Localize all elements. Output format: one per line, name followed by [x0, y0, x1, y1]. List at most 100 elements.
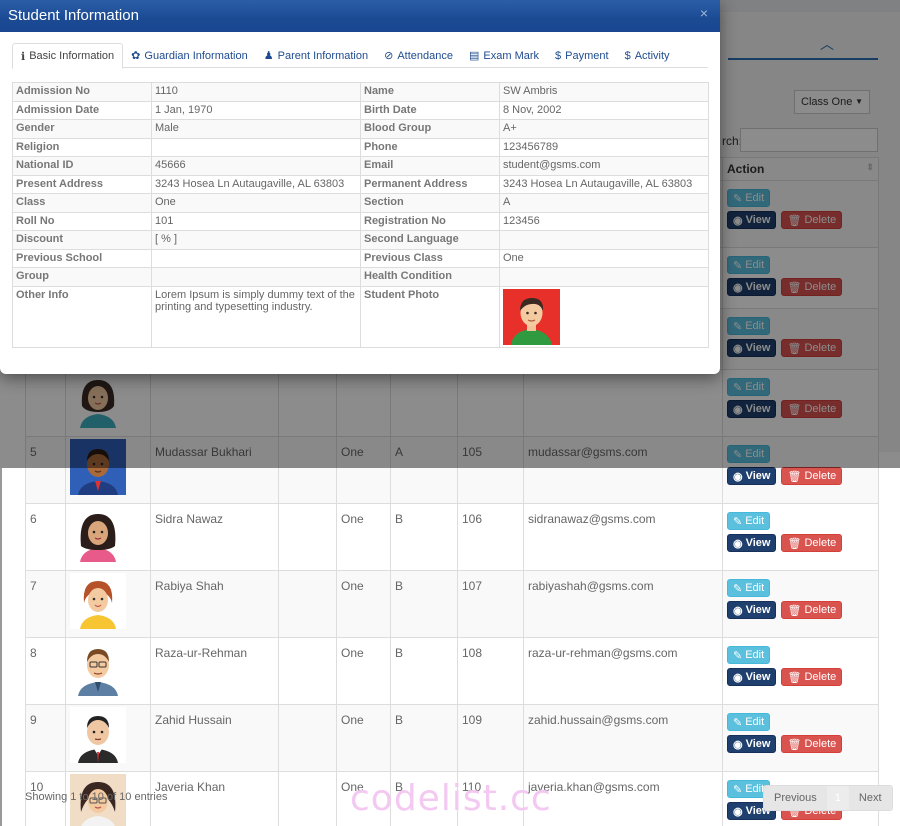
table-row: 8 Raza-ur-Rehman One B 108 raza-ur-rehman@gsm…: [25, 637, 879, 705]
trash-icon: 🗑: [787, 738, 802, 751]
info-label: Present Address: [12, 174, 152, 194]
info-row: Religion Phone 123456789: [12, 137, 709, 157]
edit-button[interactable]: ✎ Edit: [727, 512, 771, 530]
info-row: Roll No 101 Registration No 123456: [12, 211, 709, 231]
info-label: Discount: [12, 230, 152, 250]
pager-previous[interactable]: Previous: [764, 786, 827, 810]
edit-button[interactable]: ✎ Edit: [727, 646, 771, 664]
info-row: Discount[ % ] Second Language: [12, 230, 709, 250]
info-value: 1 Jan, 1970: [151, 100, 361, 120]
info-value: 101: [151, 211, 361, 231]
edit-label: Edit: [745, 582, 765, 594]
info-row: Gender Male Blood Group A+: [12, 119, 709, 139]
view-button[interactable]: ◉ View: [727, 601, 777, 619]
cell-class: One: [336, 704, 391, 772]
delete-button[interactable]: 🗑 Delete: [781, 467, 843, 485]
cell-no: 9: [25, 704, 66, 772]
delete-button[interactable]: 🗑 Delete: [781, 601, 843, 619]
male-icon: ♟: [263, 50, 274, 62]
delete-button[interactable]: 🗑 Delete: [781, 668, 843, 686]
cell-blank: [278, 771, 337, 826]
info-label: Section: [360, 193, 500, 213]
file-text-icon: ▤: [468, 50, 480, 62]
tab-label: Guardian Information: [144, 49, 248, 62]
info-row: Admission No 1110 Name SW Ambris: [12, 82, 709, 102]
info-value: student@gsms.com: [499, 156, 709, 176]
pager-next[interactable]: Next: [848, 786, 892, 810]
modal-tabs: ℹ Basic Information ✿ Guardian Information ♟…: [12, 43, 708, 69]
tab-parent-information[interactable]: ♟ Parent Information: [256, 43, 376, 68]
cell-actions: ✎ Edit ◉ View 🗑 Delete: [722, 570, 879, 638]
cell-name: Sidra Nawaz: [150, 503, 279, 571]
tab-exam-mark[interactable]: ▤ Exam Mark: [461, 43, 547, 68]
tab-payment[interactable]: $ Payment: [547, 43, 617, 68]
cell-blank: [278, 704, 337, 772]
table-row: 7 Rabiya Shah One B 107 rabiyashah@gsms.com ✎ E…: [25, 570, 879, 638]
eye-icon: ◉: [733, 738, 743, 751]
cell-email: sidranawaz@gsms.com: [523, 503, 723, 571]
tab-label: Activity: [634, 49, 670, 62]
info-row: National ID 45666 Email student@gsms.com: [12, 156, 709, 176]
delete-label: Delete: [804, 470, 837, 482]
info-label: Previous Class: [360, 248, 500, 268]
view-label: View: [745, 537, 771, 549]
table-row: 9 Zahid Hussain One B 109 zahid.hussain@gsms.…: [25, 704, 879, 772]
tab-basic-information[interactable]: ℹ Basic Information: [12, 43, 124, 69]
info-value: 45666: [151, 156, 361, 176]
view-button[interactable]: ◉ View: [727, 534, 777, 552]
modal-header: Student Information ×: [0, 0, 720, 32]
info-value: Lorem Ipsum is simply dummy text of the …: [151, 285, 361, 348]
info-row-other: Other Info Lorem Ipsum is simply dummy t…: [12, 285, 709, 348]
info-label: Blood Group: [360, 119, 500, 139]
modal-backdrop-edge: [0, 468, 2, 826]
cell-photo: [65, 503, 151, 571]
info-row: Admission Date 1 Jan, 1970 Birth Date 8 Nov…: [12, 100, 709, 120]
close-icon[interactable]: ×: [700, 5, 708, 21]
dollar-icon: $: [555, 49, 562, 62]
view-button[interactable]: ◉ View: [727, 467, 777, 485]
edit-label: Edit: [745, 716, 765, 728]
tab-attendance[interactable]: ⊘ Attendance: [376, 43, 461, 68]
delete-label: Delete: [804, 671, 837, 683]
delete-button[interactable]: 🗑 Delete: [781, 735, 843, 753]
eye-icon: ◉: [733, 805, 743, 818]
cell-no: 8: [25, 637, 66, 705]
cell-section: B: [390, 503, 458, 571]
cell-email: zahid.hussain@gsms.com: [523, 704, 723, 772]
info-value: [499, 285, 709, 348]
delete-button[interactable]: 🗑 Delete: [781, 534, 843, 552]
view-button[interactable]: ◉ View: [727, 735, 777, 753]
delete-label: Delete: [804, 604, 837, 616]
tab-activity[interactable]: $ Activity: [617, 43, 678, 68]
info-row: Previous School Previous Class One: [12, 248, 709, 268]
pager-page-1[interactable]: 1: [826, 786, 849, 810]
info-value: A: [499, 193, 709, 213]
cell-no: 7: [25, 570, 66, 638]
info-row: Class One Section A: [12, 193, 709, 213]
edit-button[interactable]: ✎ Edit: [727, 579, 771, 597]
info-label: Other Info: [12, 285, 152, 348]
avatar: [70, 506, 126, 562]
dollar-icon: $: [624, 49, 631, 62]
cell-no: 6: [25, 503, 66, 571]
tab-guardian-information[interactable]: ✿ Guardian Information: [123, 43, 256, 68]
cell-actions: ✎ Edit ◉ View 🗑 Delete: [722, 637, 879, 705]
cell-name: Zahid Hussain: [150, 704, 279, 772]
info-value: One: [151, 193, 361, 213]
cell-section: B: [390, 570, 458, 638]
info-label: Previous School: [12, 248, 152, 268]
edit-label: Edit: [745, 515, 765, 527]
info-label: Permanent Address: [360, 174, 500, 194]
paw-icon: ✿: [131, 50, 141, 62]
student-info-modal: Student Information × ℹ Basic Information…: [0, 0, 720, 374]
info-value: 3243 Hosea Ln Autaugaville, AL 63803: [151, 174, 361, 194]
cell-actions: ✎ Edit ◉ View 🗑 Delete: [722, 503, 879, 571]
info-value: SW Ambris: [499, 82, 709, 102]
edit-button[interactable]: ✎ Edit: [727, 713, 771, 731]
info-value: A+: [499, 119, 709, 139]
edit-icon: ✎: [733, 649, 743, 662]
view-button[interactable]: ◉ View: [727, 668, 777, 686]
basic-info-table: Admission No 1110 Name SW Ambris Admission D…: [12, 82, 709, 348]
edit-label: Edit: [745, 783, 765, 795]
view-label: View: [745, 604, 771, 616]
